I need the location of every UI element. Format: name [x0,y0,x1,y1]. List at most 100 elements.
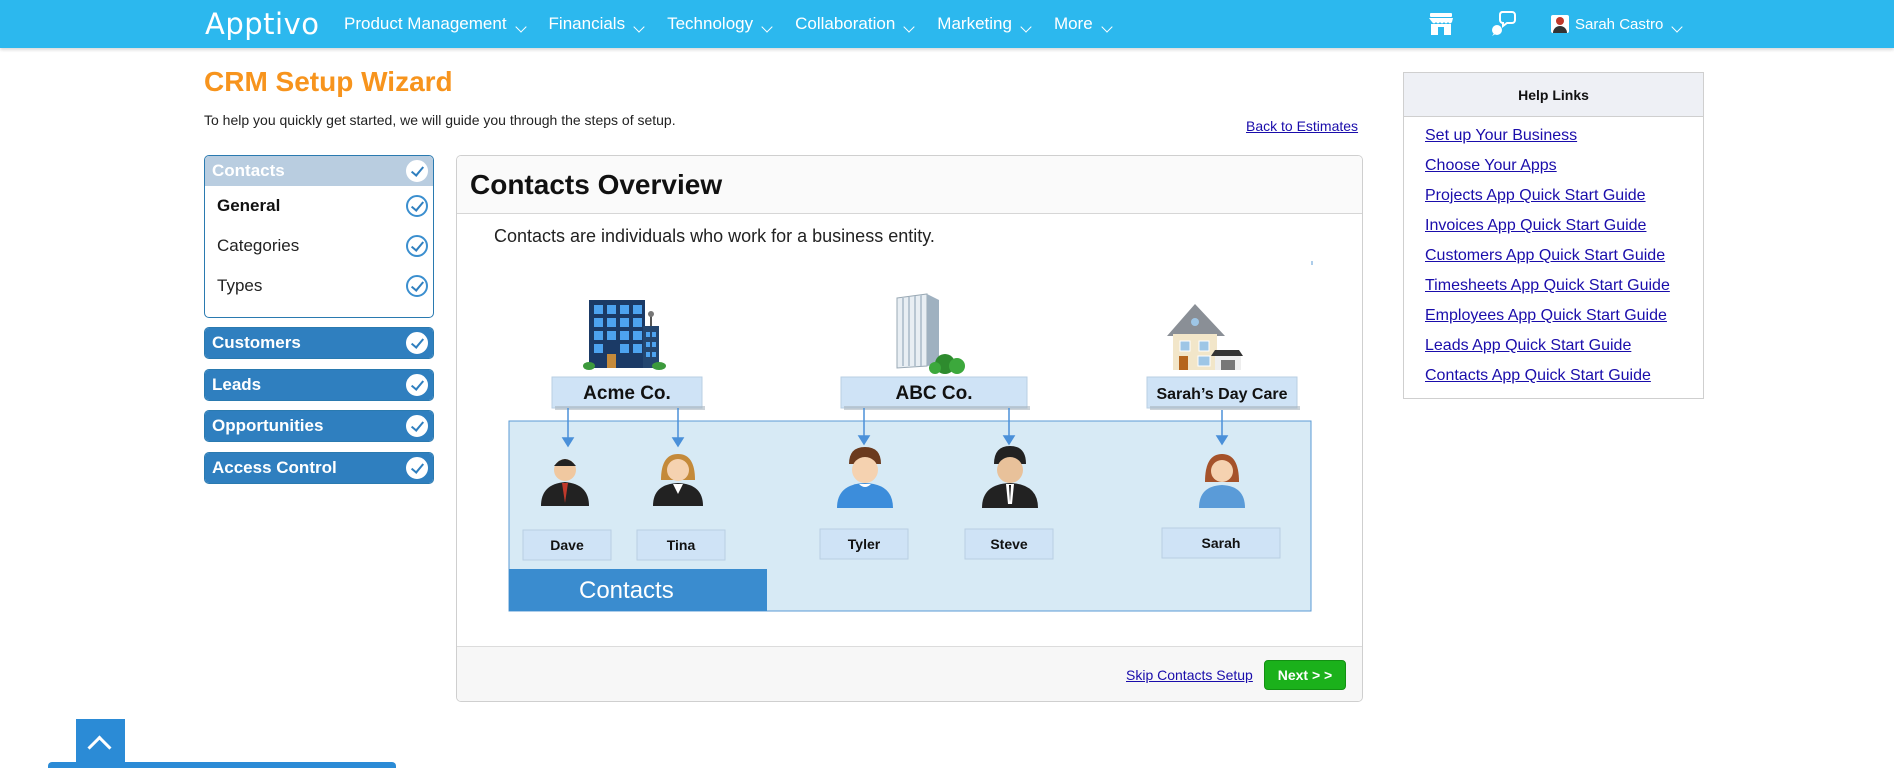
nav-label: Product Management [344,14,507,33]
checkmark-icon [406,275,428,297]
nav-label: Technology [667,14,754,33]
list-item: Timesheets App Quick Start Guide [1425,271,1703,301]
contact-name-label: Dave [550,537,584,553]
chevron-down-icon [514,21,527,33]
wizard-step-label: Opportunities [212,416,324,435]
nav-label: Financials [548,14,626,33]
wizard-step-customers[interactable]: Customers [205,328,433,358]
checkmark-icon [406,195,428,217]
panel-footer: Skip Contacts Setup Next > > [457,646,1362,701]
wizard-substep-label: General [217,196,281,215]
help-link-choose-apps[interactable]: Choose Your Apps [1425,157,1557,174]
contact-name-label: Steve [990,536,1028,552]
company-label: Sarah’s Day Care [1156,386,1287,403]
list-item: Contacts App Quick Start Guide [1425,361,1703,391]
nav-collaboration[interactable]: Collaboration [795,0,915,48]
wizard-substep-categories[interactable]: Categories [205,226,433,266]
help-link-leads-guide[interactable]: Leads App Quick Start Guide [1425,337,1631,354]
chevron-down-icon [1671,21,1684,33]
house-icon [1167,304,1243,370]
wizard-step-contacts[interactable]: Contacts [205,156,433,186]
checkmark-icon [406,457,428,479]
company-label: ABC Co. [895,383,972,404]
contact-name-label: Tina [667,537,696,553]
contacts-band-label: Contacts [579,577,674,604]
checkmark-icon [406,235,428,257]
scroll-to-top-button[interactable] [76,719,125,768]
nav-label: Collaboration [795,14,896,33]
help-links-box: Help Links Set up Your Business Choose Y… [1403,72,1704,399]
help-link-employees-guide[interactable]: Employees App Quick Start Guide [1425,307,1667,324]
glass-tower-icon [896,293,965,374]
checkmark-icon [406,160,428,182]
main-menu: Product Management Financials Technology… [344,0,1135,48]
wizard-step-opportunities[interactable]: Opportunities [205,411,433,441]
nav-financials[interactable]: Financials [549,0,645,48]
office-building-icon [583,300,666,370]
page-subtitle: To help you quickly get started, we will… [204,112,676,128]
chat-bubble-icon[interactable] [1490,10,1516,38]
chevron-down-icon [1020,21,1032,33]
help-link-invoices-guide[interactable]: Invoices App Quick Start Guide [1425,217,1646,234]
skip-contacts-setup-link[interactable]: Skip Contacts Setup [1126,667,1253,683]
help-link-contacts-guide[interactable]: Contacts App Quick Start Guide [1425,367,1651,384]
wizard-substep-label: Types [217,276,263,295]
chevron-down-icon [903,21,915,33]
list-item: Employees App Quick Start Guide [1425,301,1703,331]
list-item: Invoices App Quick Start Guide [1425,211,1703,241]
apptivo-logo[interactable]: Apptivo [205,7,320,41]
wizard-substep-label: Categories [217,236,300,255]
page-title: CRM Setup Wizard [204,66,453,97]
chevron-down-icon [633,21,645,33]
store-icon[interactable] [1428,12,1454,36]
list-item: Choose Your Apps [1425,151,1703,181]
wizard-group-access-control: Access Control [204,452,434,484]
checkmark-icon [406,415,428,437]
list-item: Leads App Quick Start Guide [1425,331,1703,361]
wizard-step-label: Access Control [212,458,337,477]
nav-label: More [1053,14,1093,33]
avatar [1551,15,1569,33]
chevron-down-icon [1101,21,1113,33]
back-to-estimates-link[interactable]: Back to Estimates [1246,118,1358,134]
checkmark-icon [406,374,428,396]
nav-label: Marketing [937,14,1012,33]
list-item: Set up Your Business [1425,121,1703,151]
chevron-down-icon [761,21,773,33]
list-item: Customers App Quick Start Guide [1425,241,1703,271]
wizard-substep-types[interactable]: Types [205,266,433,306]
nav-marketing[interactable]: Marketing [937,0,1032,48]
wizard-group-opportunities: Opportunities [204,410,434,442]
wizard-group-customers: Customers [204,327,434,359]
nav-more[interactable]: More [1054,0,1113,48]
wizard-step-access-control[interactable]: Access Control [205,453,433,483]
help-link-customers-guide[interactable]: Customers App Quick Start Guide [1425,247,1665,264]
wizard-step-label: Contacts [212,161,285,180]
wizard-step-label: Customers [212,333,301,352]
user-name: Sarah Castro [1575,15,1664,33]
wizard-substep-general[interactable]: General [205,186,433,226]
list-item: Projects App Quick Start Guide [1425,181,1703,211]
help-link-timesheets-guide[interactable]: Timesheets App Quick Start Guide [1425,277,1670,294]
wizard-step-leads[interactable]: Leads [205,370,433,400]
wizard-group-contacts: Contacts General Categories Types [204,155,434,318]
help-links-list: Set up Your Business Choose Your Apps Pr… [1404,117,1703,391]
contacts-diagram: Acme Co. ABC Co. Sarah’s Day Care Contac… [508,261,1313,612]
contact-name-label: Sarah [1202,535,1241,551]
user-menu[interactable]: Sarah Castro [1551,0,1684,48]
top-navigation-bar: Apptivo Product Management Financials Te… [0,0,1894,48]
contact-name-label: Tyler [848,536,881,552]
panel-description: Contacts are individuals who work for a … [494,226,935,246]
company-label: Acme Co. [583,383,671,404]
next-button[interactable]: Next > > [1264,660,1346,690]
help-link-setup-business[interactable]: Set up Your Business [1425,127,1577,144]
nav-technology[interactable]: Technology [667,0,773,48]
help-link-projects-guide[interactable]: Projects App Quick Start Guide [1425,187,1646,204]
contacts-overview-panel: Contacts Overview Contacts are individua… [456,155,1363,702]
nav-product-management[interactable]: Product Management [344,0,527,48]
checkmark-icon [406,332,428,354]
help-links-title: Help Links [1404,73,1703,117]
wizard-step-label: Leads [212,375,262,394]
panel-title: Contacts Overview [457,156,1362,214]
wizard-group-leads: Leads [204,369,434,401]
